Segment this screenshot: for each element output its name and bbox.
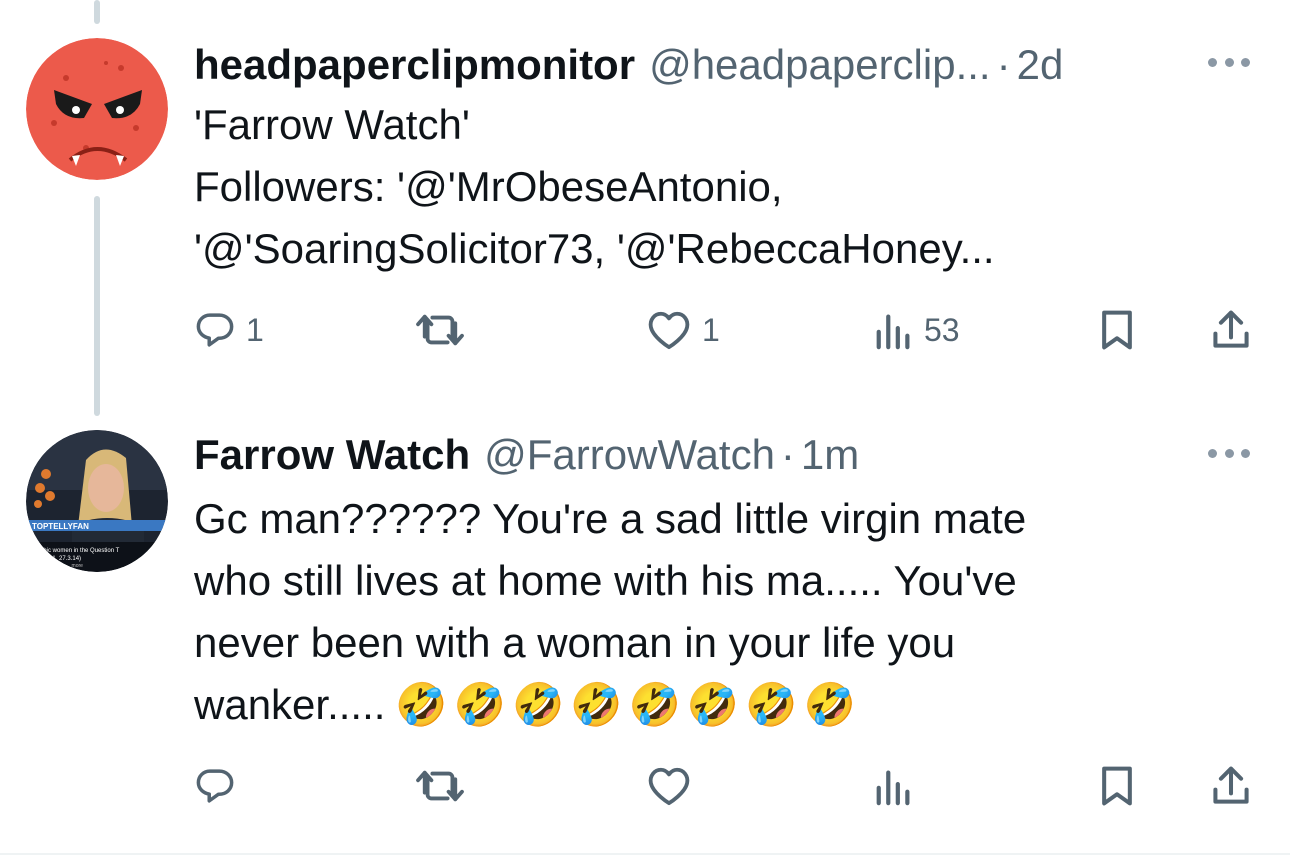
tweet-header: Farrow Watch @FarrowWatch · 1m bbox=[194, 434, 859, 476]
like-icon bbox=[648, 311, 690, 350]
rofl-emoji: 🤣🤣🤣🤣🤣🤣🤣🤣 bbox=[395, 680, 862, 729]
share-button[interactable] bbox=[1210, 306, 1252, 354]
reply-button[interactable] bbox=[194, 762, 236, 810]
reply-button[interactable]: 1 bbox=[194, 306, 264, 354]
thread-line bbox=[94, 0, 100, 24]
avatar-banner-text: TOPTELLYFAN bbox=[32, 522, 89, 531]
views-count: 53 bbox=[924, 311, 960, 348]
like-button[interactable]: 1 bbox=[646, 306, 720, 354]
more-icon[interactable] bbox=[1208, 443, 1250, 463]
tweet-text-line: never been with a woman in your life you bbox=[194, 619, 956, 666]
tweet-text-line-end: wanker..... bbox=[194, 681, 386, 728]
avatar-caption: ... more bbox=[66, 563, 83, 569]
separator: · bbox=[780, 431, 795, 478]
share-icon bbox=[1213, 766, 1249, 804]
retweet-button[interactable] bbox=[414, 762, 466, 810]
action-bar: 1 1 53 bbox=[194, 306, 1264, 354]
tweet-text: Gc man?????? You're a sad little virgin … bbox=[194, 488, 1224, 736]
avatar[interactable]: TOPTELLYFAN ophobic women in the Questio… bbox=[26, 430, 168, 572]
user-handle[interactable]: @FarrowWatch bbox=[484, 434, 775, 476]
separator: · bbox=[996, 41, 1011, 88]
display-name[interactable]: Farrow Watch bbox=[194, 434, 470, 476]
retweet-icon bbox=[416, 770, 464, 802]
tweet-text-line: wanker..... 🤣🤣🤣🤣🤣🤣🤣🤣 bbox=[194, 674, 1224, 736]
like-button[interactable] bbox=[646, 762, 692, 810]
display-name[interactable]: headpaperclipmonitor bbox=[194, 44, 635, 86]
timestamp[interactable]: 2d bbox=[1017, 44, 1064, 86]
like-icon bbox=[648, 767, 690, 806]
tweet-text-line: who still lives at home with his ma.....… bbox=[194, 557, 1017, 604]
bookmark-button[interactable] bbox=[1098, 762, 1136, 810]
bookmark-icon bbox=[1102, 310, 1132, 350]
action-bar bbox=[194, 762, 1264, 810]
timestamp[interactable]: 1m bbox=[801, 434, 859, 476]
more-icon[interactable] bbox=[1208, 52, 1250, 72]
views-icon bbox=[876, 314, 910, 350]
share-icon bbox=[1213, 310, 1249, 348]
share-button[interactable] bbox=[1210, 762, 1252, 810]
tweet-text: 'Farrow Watch' Followers: '@'MrObeseAnto… bbox=[194, 94, 1224, 280]
retweet-icon bbox=[416, 314, 464, 346]
avatar-caption: ce (BBC1, 27.3.14) bbox=[30, 556, 81, 562]
avatar[interactable] bbox=[26, 38, 168, 180]
tweet-header: headpaperclipmonitor @headpaperclip... ·… bbox=[194, 44, 1063, 86]
avatar-caption: ophobic women in the Question T bbox=[30, 548, 120, 554]
bookmark-icon bbox=[1102, 766, 1132, 806]
bookmark-button[interactable] bbox=[1098, 306, 1136, 354]
views-button[interactable]: 53 bbox=[874, 306, 960, 354]
tweet-text-line: '@'SoaringSolicitor73, '@'RebeccaHoney..… bbox=[194, 225, 995, 272]
user-handle[interactable]: @headpaperclip... bbox=[649, 44, 991, 86]
views-button[interactable] bbox=[874, 762, 914, 810]
tweet-text-line: Gc man?????? You're a sad little virgin … bbox=[194, 495, 1027, 542]
tweet-text-line: Followers: '@'MrObeseAntonio, bbox=[194, 163, 783, 210]
thread-line bbox=[94, 196, 100, 416]
like-count: 1 bbox=[702, 311, 720, 348]
reply-count: 1 bbox=[246, 311, 264, 348]
reply-icon bbox=[196, 769, 234, 803]
reply-icon bbox=[196, 313, 234, 347]
retweet-button[interactable] bbox=[414, 306, 466, 354]
views-icon bbox=[876, 770, 910, 806]
tweet-text-line: 'Farrow Watch' bbox=[194, 101, 470, 148]
